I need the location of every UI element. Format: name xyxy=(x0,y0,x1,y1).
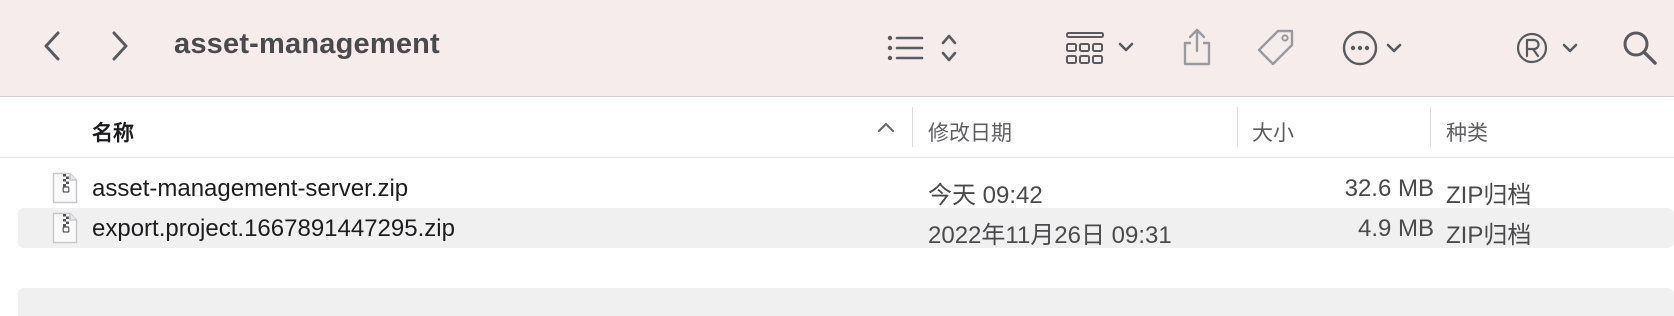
column-header-size[interactable]: 大小 xyxy=(1252,117,1294,147)
forward-button[interactable] xyxy=(106,28,134,64)
tag-icon xyxy=(1257,29,1294,66)
file-row[interactable]: asset-management-server.zip 今天 09:42 32.… xyxy=(18,168,1674,209)
extension-button[interactable] xyxy=(1516,30,1580,66)
search-button[interactable] xyxy=(1620,28,1660,68)
column-divider[interactable] xyxy=(912,107,913,147)
ellipsis-circle-icon xyxy=(1342,30,1402,66)
grid-group-icon xyxy=(1066,32,1134,64)
share-button[interactable] xyxy=(1180,26,1214,68)
file-kind: ZIP归档 xyxy=(1446,222,1532,249)
column-header-kind[interactable]: 种类 xyxy=(1446,117,1488,147)
share-icon xyxy=(1183,28,1211,66)
window-title: asset-management xyxy=(174,28,440,60)
group-button[interactable] xyxy=(1066,30,1140,66)
column-divider[interactable] xyxy=(1430,107,1431,147)
sort-ascending-icon[interactable] xyxy=(876,120,896,134)
column-header-date[interactable]: 修改日期 xyxy=(928,117,1012,147)
column-header-row: 名称 修改日期 大小 种类 xyxy=(0,97,1674,158)
file-size: 4.9 MB xyxy=(1357,215,1434,242)
file-row[interactable]: export.project.1667891447295.zip 2022年11… xyxy=(18,208,1674,249)
zip-file-icon xyxy=(52,212,78,244)
file-name: asset-management-server.zip xyxy=(92,175,409,202)
view-mode-button[interactable] xyxy=(886,30,962,66)
column-header-name[interactable]: 名称 xyxy=(92,117,134,147)
zip-file-icon xyxy=(52,172,78,204)
column-divider[interactable] xyxy=(1237,107,1238,147)
registered-r-icon xyxy=(1516,32,1578,64)
file-kind: ZIP归档 xyxy=(1446,182,1532,209)
file-date: 2022年11月26日 09:31 xyxy=(928,222,1172,249)
empty-row-stripe xyxy=(18,288,1674,316)
magnifying-glass-icon xyxy=(1623,31,1657,65)
action-menu-button[interactable] xyxy=(1342,28,1408,68)
finder-toolbar: asset-management xyxy=(0,0,1674,97)
tag-button[interactable] xyxy=(1256,28,1296,68)
list-icon xyxy=(887,34,957,62)
file-size: 32.6 MB xyxy=(1344,175,1434,202)
file-name: export.project.1667891447295.zip xyxy=(92,215,455,242)
chevron-left-icon xyxy=(44,31,60,61)
file-date: 今天 09:42 xyxy=(928,182,1043,209)
chevron-right-icon xyxy=(112,31,128,61)
back-button[interactable] xyxy=(38,28,66,64)
